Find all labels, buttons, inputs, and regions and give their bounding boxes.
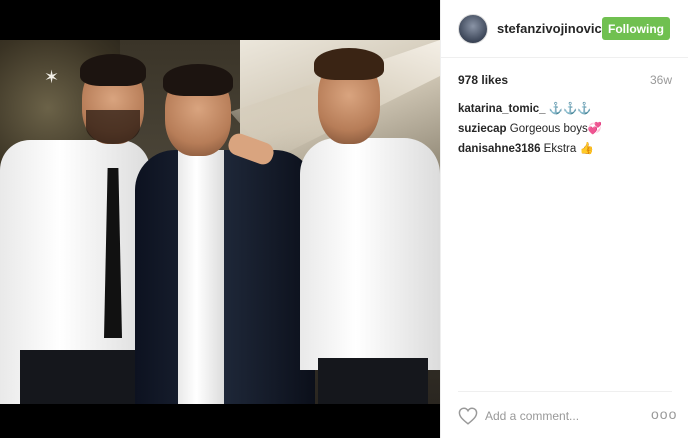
post-time[interactable]: 36w	[650, 73, 672, 87]
username-link[interactable]: stefanzivojinovic	[497, 21, 602, 36]
comment-author[interactable]: katarina_tomic_	[458, 103, 546, 115]
post-sidebar: stefanzivojinovic Following 978 likes 36…	[440, 0, 688, 438]
heart-outline-icon[interactable]	[458, 407, 478, 425]
post-stats: 978 likes 36w	[458, 72, 672, 88]
comment-text: ⚓⚓⚓	[548, 103, 592, 115]
post-header: stefanzivojinovic Following	[441, 0, 688, 58]
more-options-icon[interactable]: ooo	[651, 406, 677, 422]
star-ornament: ✶	[44, 67, 60, 87]
comment-item: katarina_tomic_ ⚓⚓⚓	[458, 99, 672, 119]
comment-item: suziecap Gorgeous boys💞	[458, 119, 672, 139]
post-photo[interactable]: ✶ ✶	[0, 40, 440, 404]
comment-author[interactable]: danisahne3186	[458, 143, 540, 155]
avatar[interactable]	[458, 13, 488, 44]
comment-input[interactable]	[485, 408, 635, 424]
comment-text: Ekstra 👍	[543, 143, 594, 155]
following-button[interactable]: Following	[602, 17, 670, 40]
comment-item: danisahne3186 Ekstra 👍	[458, 139, 672, 159]
comment-list: katarina_tomic_ ⚓⚓⚓ suziecap Gorgeous bo…	[458, 99, 672, 159]
divider	[458, 391, 672, 392]
media-pane: ✶ ✶	[0, 0, 440, 438]
comment-text: Gorgeous boys💞	[509, 123, 603, 135]
comment-author[interactable]: suziecap	[458, 123, 507, 135]
likes-count[interactable]: 978 likes	[458, 73, 508, 87]
